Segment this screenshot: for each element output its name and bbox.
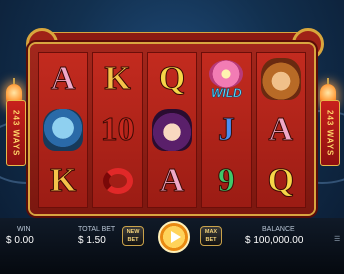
symbol-a: A (268, 110, 294, 148)
girl-symbol (151, 108, 192, 151)
symbol-q: Q (267, 162, 295, 200)
reel-5: AQ (255, 52, 306, 208)
symbol-j: J (217, 110, 235, 148)
symbol-10: 10 (100, 110, 135, 148)
reel-cell (257, 53, 305, 104)
monkey-king-symbol (260, 57, 301, 100)
menu-icon[interactable]: ☰ (334, 236, 341, 243)
wild-label: WILD (211, 86, 242, 101)
reel-cell (148, 104, 196, 155)
reel-cell (39, 104, 87, 155)
ways-banner-text: 243 WAYS (325, 109, 335, 157)
reel-4: WILD J 9 (201, 52, 252, 208)
new-bet-button[interactable]: NEW BET (122, 226, 144, 246)
reel-3: QA (146, 52, 198, 208)
symbol-k: K (49, 162, 77, 200)
game-background: 243 WAYS 243 WAYS A K K 10 Q A WILD J 9 A Q WIN $ … (0, 0, 344, 274)
snake-symbol (102, 168, 133, 195)
reel-cell: A (257, 104, 305, 155)
reel-cell: J (202, 104, 250, 155)
ways-banner-right: 243 WAYS (320, 100, 340, 166)
reel-cell: WILD (202, 53, 250, 104)
reel-1: AK (38, 52, 89, 208)
win-label: WIN (17, 226, 31, 233)
symbol-a: A (50, 59, 76, 97)
reel-cell: 9 (202, 156, 250, 207)
symbol-a: A (159, 162, 185, 200)
reel-cell: Q (148, 53, 196, 104)
balance-label: BALANCE (262, 226, 295, 233)
win-value: $ 0.00 (6, 235, 34, 246)
symbol-q: Q (158, 59, 186, 97)
reel-cell: Q (257, 156, 305, 207)
new-bet-label: NEW BET (126, 229, 140, 243)
reel-2: K 10 (92, 52, 143, 208)
balance-value: $ 100,000.00 (245, 235, 304, 246)
symbol-9: 9 (217, 162, 235, 200)
ways-banner-left: 243 WAYS (6, 100, 26, 166)
lotus-icon (209, 59, 244, 88)
max-bet-label: MAX BET (204, 229, 218, 243)
ways-banner-text: 243 WAYS (11, 109, 21, 157)
reel-cell (93, 156, 141, 207)
play-icon (170, 231, 181, 243)
spin-button[interactable] (158, 221, 190, 253)
reel-cell: K (39, 156, 87, 207)
reel-cell: 10 (93, 104, 141, 155)
reel-cell: K (93, 53, 141, 104)
total-bet-value: $ 1.50 (78, 235, 106, 246)
symbol-k: K (104, 59, 131, 97)
reel-cell: A (148, 156, 196, 207)
max-bet-button[interactable]: MAX BET (200, 226, 222, 246)
reel-cell: A (39, 53, 87, 104)
total-bet-label: TOTAL BET (78, 226, 116, 233)
demon-symbol (43, 108, 84, 151)
reel-grid: A K K 10 Q A WILD J 9 A Q (38, 52, 306, 208)
